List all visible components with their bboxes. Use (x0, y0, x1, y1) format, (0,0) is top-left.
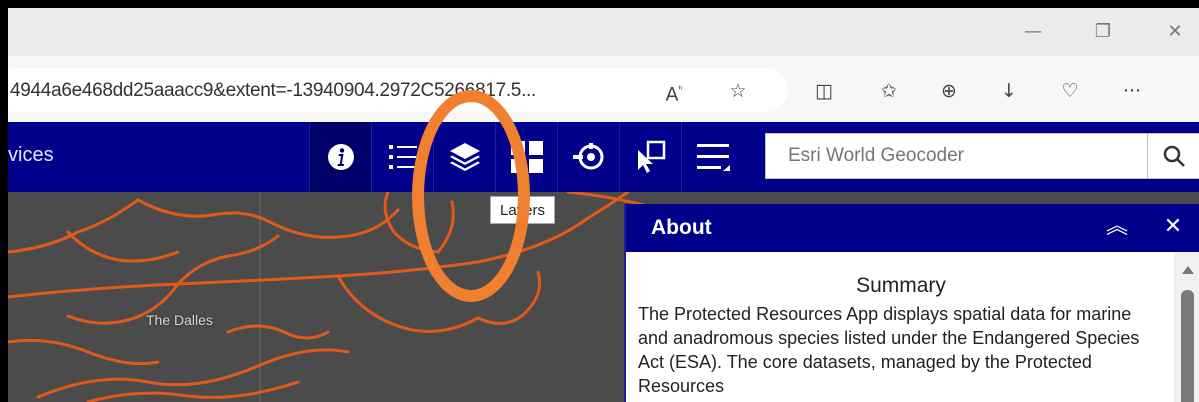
layers-tool-button[interactable] (433, 122, 495, 192)
analysis-tool-button[interactable] (557, 122, 619, 192)
about-panel-title: About (651, 216, 712, 239)
title-bar: — ❐ ✕ (8, 8, 1199, 56)
app-title: vices (8, 144, 54, 166)
geocoder-box (765, 133, 1149, 179)
read-aloud-icon[interactable]: Aʰ (660, 78, 688, 105)
summary-heading: Summary (856, 274, 946, 297)
favorite-star-icon[interactable]: ☆ (724, 78, 752, 104)
geocoder-search-input[interactable] (766, 134, 1149, 178)
basemap-tool-button[interactable] (495, 122, 557, 192)
about-panel-body: Summary The Protected Resources App disp… (626, 252, 1174, 402)
geocoder-search-button[interactable] (1148, 133, 1199, 179)
select-cursor-icon (637, 140, 665, 173)
analysis-icon (572, 143, 603, 170)
summary-text: The Protected Resources App displays spa… (638, 304, 1140, 396)
panel-scrollbar[interactable] (1174, 252, 1199, 402)
legend-tool-button[interactable] (371, 122, 433, 192)
minimize-button[interactable]: — (1018, 18, 1048, 46)
maximize-button[interactable]: ❐ (1088, 18, 1118, 46)
downloads-icon[interactable]: ↓ (995, 78, 1023, 104)
legend-list-icon (388, 145, 417, 169)
menu-lines-icon (696, 144, 730, 171)
select-tool-button[interactable] (619, 122, 681, 192)
menu-tool-button[interactable] (681, 122, 743, 192)
browser-window: — ❐ ✕ 4944a6e468dd25aaacc9&extent=-13940… (8, 8, 1199, 402)
basemap-grid-icon (510, 141, 543, 173)
url-text[interactable]: 4944a6e468dd25aaacc9&extent=-13940904.29… (10, 80, 536, 102)
layers-tooltip: Layers (490, 196, 556, 224)
favorites-icon[interactable]: ✩ (875, 78, 903, 104)
layers-icon (449, 143, 480, 171)
search-icon (1163, 145, 1185, 167)
info-tool-button[interactable] (309, 122, 371, 192)
close-window-button[interactable]: ✕ (1160, 18, 1190, 46)
split-screen-icon[interactable]: ◫ (810, 78, 838, 104)
collections-icon[interactable]: ⊕ (935, 78, 963, 104)
info-icon (327, 144, 354, 170)
about-panel-header: About ︽ ✕ (626, 204, 1199, 252)
more-menu-icon[interactable]: ··· (1118, 78, 1146, 104)
address-bar-row: 4944a6e468dd25aaacc9&extent=-13940904.29… (8, 56, 1199, 122)
scroll-thumb[interactable] (1181, 290, 1194, 402)
about-panel: About ︽ ✕ Summary The Protected Resource… (624, 204, 1199, 402)
scroll-up-arrow-icon[interactable] (1182, 266, 1194, 274)
place-label-the-dalles: The Dalles (146, 312, 213, 328)
browser-essentials-icon[interactable]: ♡ (1056, 78, 1084, 104)
app-toolbar: vices (8, 122, 1199, 192)
collapse-chevron-icon[interactable]: ︽ (1102, 212, 1132, 242)
close-panel-icon[interactable]: ✕ (1158, 212, 1188, 242)
